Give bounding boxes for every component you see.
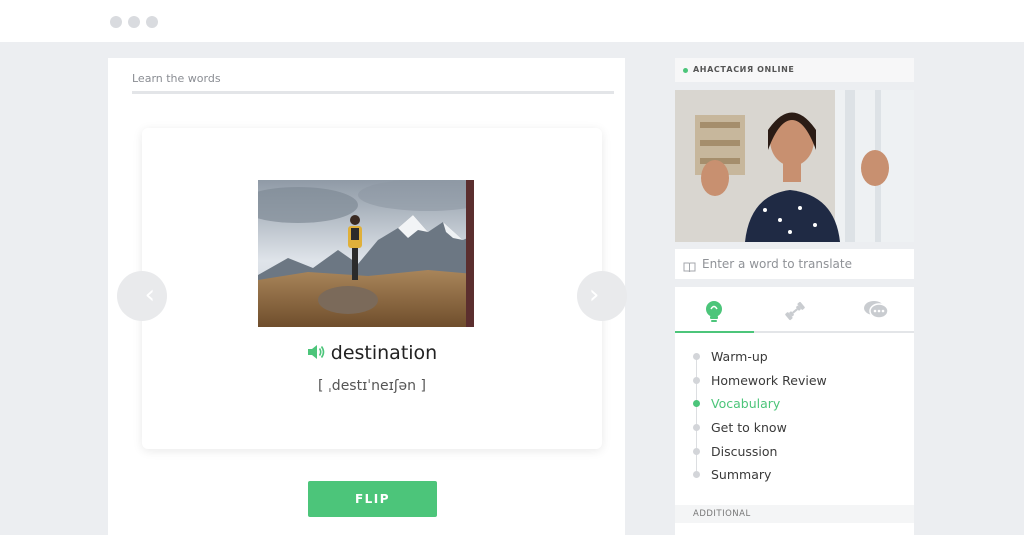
tab-chat[interactable] — [835, 287, 914, 333]
additional-section-header: ADDITIONAL — [675, 505, 914, 523]
window-titlebar — [0, 0, 1024, 42]
tab-practice[interactable] — [755, 287, 834, 333]
translate-input[interactable] — [702, 249, 907, 279]
step-dot — [693, 424, 700, 431]
chevron-left-icon[interactable]: ‹ — [117, 271, 167, 321]
additional-label: ADDITIONAL — [693, 509, 751, 519]
window-control-dot[interactable] — [110, 16, 122, 28]
translate-box — [675, 249, 914, 279]
step-label: Get to know — [711, 420, 787, 435]
teacher-video — [675, 90, 914, 242]
section-title: Learn the words — [132, 72, 221, 85]
lightbulb-icon — [706, 301, 722, 322]
lesson-panel: Learn the words ‹ › destination [ˌdestɪ… — [108, 58, 627, 535]
tab-theory[interactable] — [675, 287, 754, 333]
step-homework-review[interactable]: Homework Review — [675, 371, 914, 391]
step-dot — [693, 400, 700, 407]
teacher-status: АНАСТАСИЯ ONLINE — [675, 58, 914, 82]
window-control-dot[interactable] — [128, 16, 140, 28]
window-control-dot[interactable] — [146, 16, 158, 28]
step-vocabulary[interactable]: Vocabulary — [675, 394, 914, 414]
step-get-to-know[interactable]: Get to know — [675, 418, 914, 438]
lesson-progress-bar — [132, 91, 614, 94]
online-status-dot — [683, 68, 688, 73]
step-summary[interactable]: Summary — [675, 465, 914, 485]
flashcard-word: destination — [330, 342, 438, 364]
step-label: Warm-up — [711, 349, 768, 364]
chat-bubbles-icon — [864, 301, 889, 319]
step-label: Vocabulary — [711, 396, 781, 411]
step-label: Discussion — [711, 444, 778, 459]
step-warm-up[interactable]: Warm-up — [675, 347, 914, 367]
dumbbell-icon — [785, 301, 805, 321]
speaker-icon[interactable] — [307, 343, 325, 365]
step-discussion[interactable]: Discussion — [675, 442, 914, 462]
word-row: destination — [142, 342, 602, 365]
mountain-hiker-photo — [258, 180, 474, 327]
flashcard-transcription: [ ˌdestɪˈneɪʃən ] — [318, 378, 426, 394]
flip-button[interactable]: FLIP — [308, 481, 437, 517]
chevron-right-icon[interactable]: › — [577, 271, 627, 321]
step-dot — [693, 448, 700, 455]
lesson-nav-panel: Warm-up Homework Review Vocabulary Get t… — [675, 287, 914, 505]
additional-section-body — [675, 523, 914, 535]
teacher-status-label: АНАСТАСИЯ ONLINE — [693, 65, 795, 74]
step-label: Summary — [711, 467, 772, 482]
book-icon — [683, 258, 696, 277]
step-dot — [693, 377, 700, 384]
step-label: Homework Review — [711, 373, 827, 388]
step-dot — [693, 471, 700, 478]
tab-active-indicator — [675, 331, 754, 333]
flashcard: ‹ › destination [ˌdestɪˈneɪʃən] — [117, 128, 627, 449]
step-dot — [693, 353, 700, 360]
